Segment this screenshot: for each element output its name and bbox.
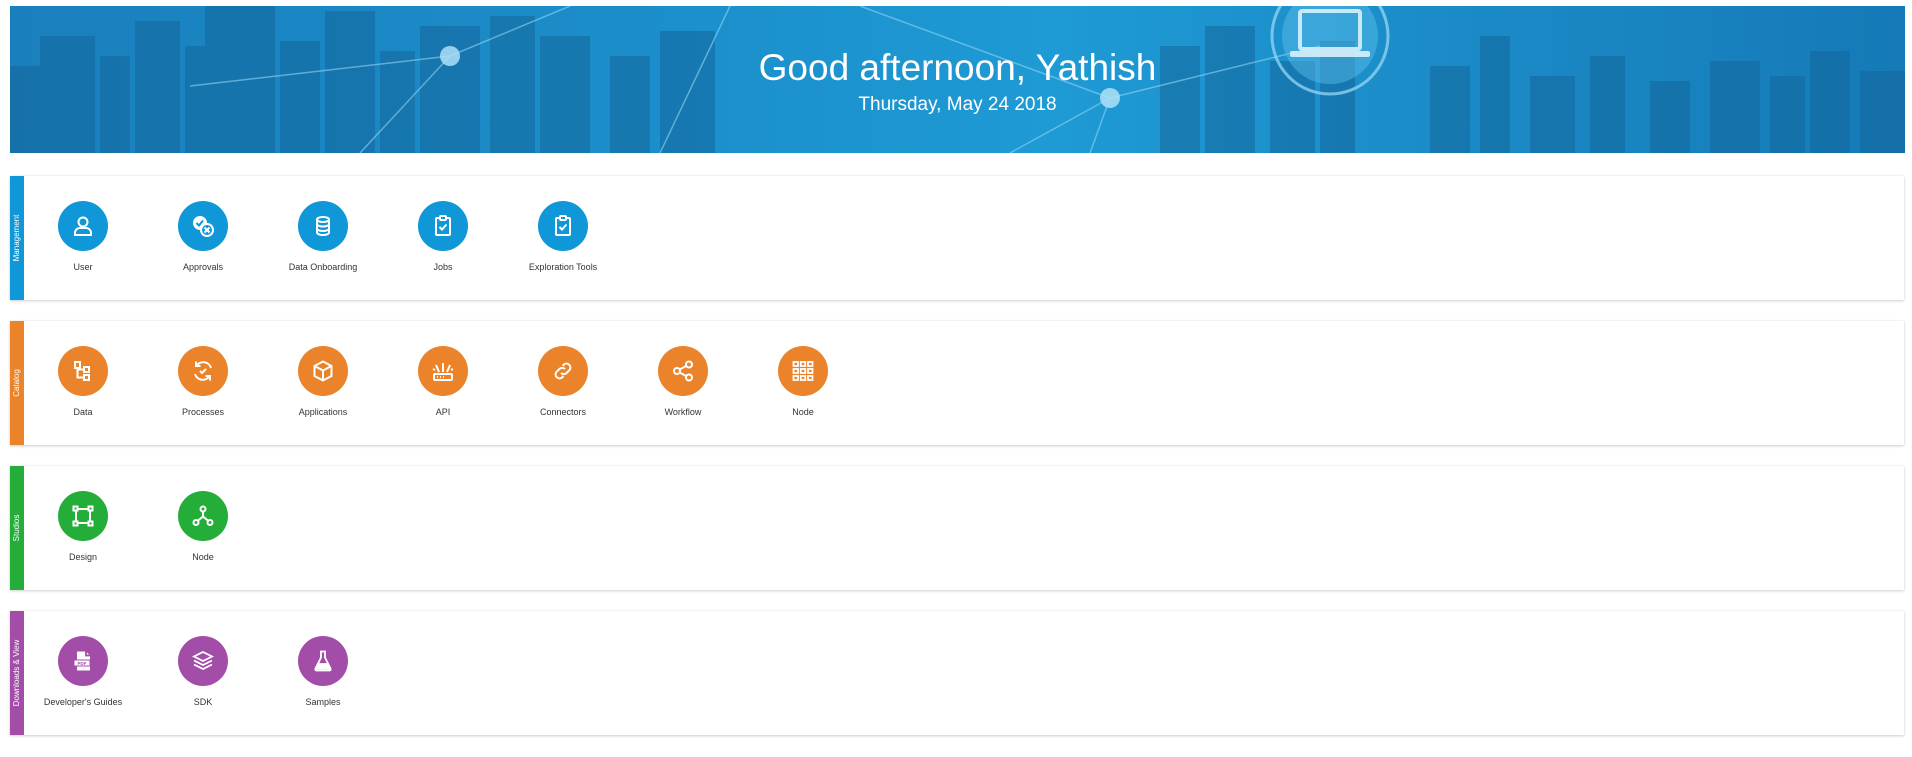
tile-label: API <box>435 407 451 417</box>
downloads-side-bar: Downloads & View <box>10 611 24 735</box>
tile-applications[interactable]: Applications <box>263 321 383 445</box>
tile-data-onboarding[interactable]: Data Onboarding <box>263 176 383 300</box>
management-section: Management User Approvals Data Onboardin… <box>10 176 1904 300</box>
tile-label: User <box>73 262 93 272</box>
user-icon <box>58 201 108 251</box>
flask-icon <box>298 636 348 686</box>
tile-label: Jobs <box>433 262 453 272</box>
section-label: Catalog <box>12 369 21 397</box>
dashboard-page: Good afternoon, Yathish Thursday, May 24… <box>0 0 1912 757</box>
catalog-section: Catalog Data Processes Applications API <box>10 321 1904 445</box>
downloads-section: Downloads & View PDF Developer's Guides … <box>10 611 1904 735</box>
tile-label: Data <box>73 407 93 417</box>
share-icon <box>658 346 708 396</box>
tile-developers-guides[interactable]: PDF Developer's Guides <box>23 611 143 735</box>
tile-sdk[interactable]: SDK <box>143 611 263 735</box>
tile-workflow[interactable]: Workflow <box>623 321 743 445</box>
greeting-title: Good afternoon, Yathish <box>758 47 1157 88</box>
clipboard-check-icon <box>538 201 588 251</box>
tile-label: Node <box>192 552 214 562</box>
current-date: Thursday, May 24 2018 <box>858 94 1057 115</box>
tile-data[interactable]: Data <box>23 321 143 445</box>
tile-label: Exploration Tools <box>528 262 598 272</box>
router-icon <box>418 346 468 396</box>
database-icon <box>298 201 348 251</box>
tile-connectors[interactable]: Connectors <box>503 321 623 445</box>
tile-api[interactable]: API <box>383 321 503 445</box>
pdf-file-icon: PDF <box>58 636 108 686</box>
data-tree-icon <box>58 346 108 396</box>
tile-label: Approvals <box>182 262 224 272</box>
tile-label: Workflow <box>664 407 702 417</box>
node-graph-icon <box>178 491 228 541</box>
layers-icon <box>178 636 228 686</box>
refresh-cycle-icon <box>178 346 228 396</box>
studios-section: Studios Design Node <box>10 466 1904 590</box>
tile-label: Connectors <box>539 407 587 417</box>
tile-label: Data Onboarding <box>288 262 358 272</box>
design-frame-icon <box>58 491 108 541</box>
tile-label: SDK <box>193 697 213 707</box>
tile-label: Processes <box>181 407 225 417</box>
tile-label: Samples <box>305 697 341 707</box>
grid-icon <box>778 346 828 396</box>
clipboard-check-icon <box>418 201 468 251</box>
studios-side-bar: Studios <box>10 466 24 590</box>
catalog-side-bar: Catalog <box>10 321 24 445</box>
section-label: Management <box>12 214 21 262</box>
tile-jobs[interactable]: Jobs <box>383 176 503 300</box>
link-icon <box>538 346 588 396</box>
tile-design[interactable]: Design <box>23 466 143 590</box>
management-side-bar: Management <box>10 176 24 300</box>
tile-label: Node <box>792 407 814 417</box>
tile-processes[interactable]: Processes <box>143 321 263 445</box>
tile-approvals[interactable]: Approvals <box>143 176 263 300</box>
tile-label: Design <box>68 552 97 562</box>
tile-label: Applications <box>298 407 348 417</box>
svg-text:PDF: PDF <box>78 661 87 666</box>
tile-node[interactable]: Node <box>743 321 863 445</box>
tile-studio-node[interactable]: Node <box>143 466 263 590</box>
tile-samples[interactable]: Samples <box>263 611 383 735</box>
approvals-icon <box>178 201 228 251</box>
tile-label: Developer's Guides <box>43 697 123 707</box>
tile-exploration-tools[interactable]: Exploration Tools <box>503 176 623 300</box>
tile-user[interactable]: User <box>23 176 143 300</box>
section-label: Studios <box>12 514 21 542</box>
cube-icon <box>298 346 348 396</box>
welcome-banner: Good afternoon, Yathish Thursday, May 24… <box>10 6 1905 153</box>
